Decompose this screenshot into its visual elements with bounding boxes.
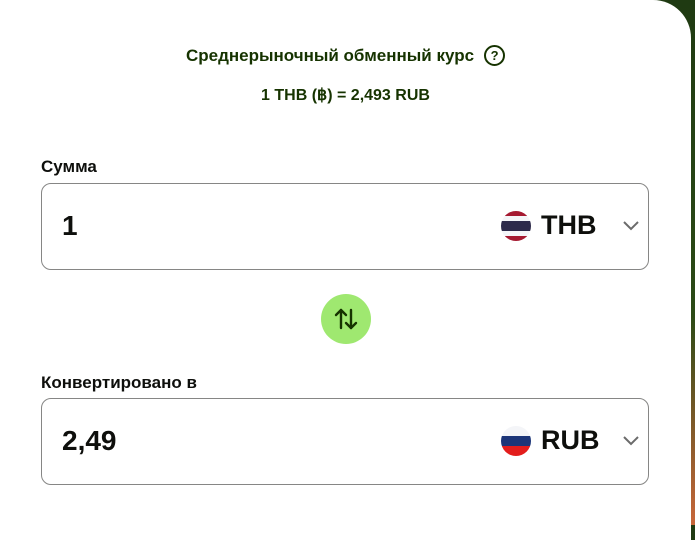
rate-value: 1 THB (฿) = 2,493 RUB [261,87,430,104]
converter-card: Среднерыночный обменный курс ? 1 THB (฿)… [0,0,691,540]
swap-button[interactable] [321,294,371,344]
source-currency-code: THB [541,210,597,240]
russia-flag-icon [501,425,531,456]
amount-field[interactable]: 1 THB [41,183,649,270]
target-currency-select[interactable]: RUB [501,425,639,456]
target-currency-code: RUB [541,425,600,455]
source-currency-select[interactable]: THB [501,210,639,241]
question-icon[interactable]: ? [484,45,506,66]
amount-label: Сумма [41,157,97,176]
converted-field[interactable]: 2,49 RUB [41,398,649,485]
rate-header: Среднерыночный обменный курс ? [0,45,691,66]
chevron-down-icon [623,220,639,230]
converted-label: Конвертировано в [41,373,197,392]
swap-arrows-icon [334,308,358,330]
amount-input[interactable]: 1 [62,210,78,242]
converted-amount-input[interactable]: 2,49 [62,425,117,457]
chevron-down-icon [623,435,639,445]
rate-title: Среднерыночный обменный курс [185,45,475,65]
thailand-flag-icon [501,210,531,241]
